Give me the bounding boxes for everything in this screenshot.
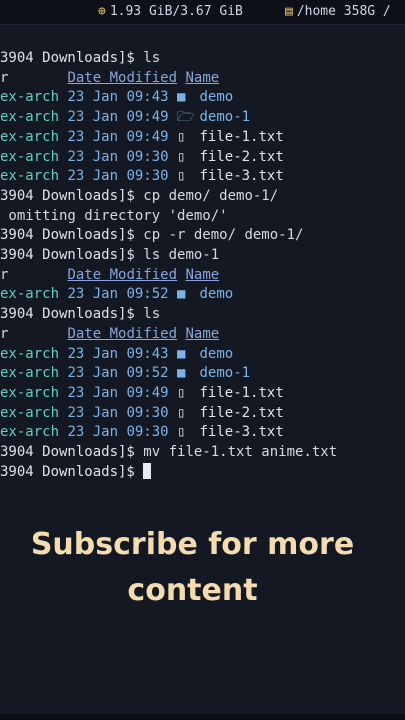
name-cell: file-2.txt [199,149,284,165]
date-cell: 23 Jan 09:43 [67,89,169,105]
name-cell: demo [199,346,234,362]
file-icon: ▯ [177,424,186,440]
listing-header: r Date Modified Name [0,265,405,285]
command-text: ls [143,306,161,322]
listing-row: ex-arch 23 Jan 09:49 🗁 demo-1 [0,107,405,127]
date-cell: 23 Jan 09:30 [67,168,169,184]
date-cell: 23 Jan 09:49 [67,385,169,401]
name-cell: file-3.txt [199,424,284,440]
file-icon: ▯ [177,129,186,145]
prompt: 3904 Downloads]$ [0,464,144,480]
prompt-line: 3904 Downloads]$ ls [0,48,405,68]
file-icon: ▯ [177,149,186,165]
name-cell: file-2.txt [199,405,284,421]
owner-column-fragment: r [0,70,9,86]
listing-row: ex-arch 23 Jan 09:30 ▯ file-2.txt [0,147,405,167]
disk-usage: ▤/home 358G / [285,4,391,19]
name-cell: file-3.txt [199,168,284,184]
file-icon: ▯ [177,168,186,184]
folder-icon: ■ [177,89,186,105]
file-icon: ▯ [177,405,186,421]
folder-icon: ■ [177,346,186,362]
listing-row: ex-arch 23 Jan 09:52 ■ demo-1 [0,363,405,383]
database-icon: ▤ [285,4,293,19]
listing-row: ex-arch 23 Jan 09:30 ▯ file-3.txt [0,166,405,186]
owner-cell: ex-arch [0,385,60,401]
prompt-line: 3904 Downloads]$ cp demo/ demo-1/ [0,186,405,206]
prompt-line: 3904 Downloads]$ ls demo-1 [0,245,405,265]
owner-cell: ex-arch [0,149,60,165]
listing-row: ex-arch 23 Jan 09:49 ▯ file-1.txt [0,127,405,147]
command-text: mv file-1.txt anime.txt [143,444,338,460]
date-cell: 23 Jan 09:30 [67,149,169,165]
name-header: Name [185,326,220,342]
date-cell: 23 Jan 09:49 [67,109,169,125]
command-text: ls demo-1 [143,247,220,263]
disk-usage-text: /home 358G / [296,4,391,19]
folder-icon: ■ [177,365,186,381]
listing-header: r Date Modified Name [0,324,405,344]
prompt: 3904 Downloads]$ [0,444,144,460]
prompt-line: 3904 Downloads]$ mv file-1.txt anime.txt [0,442,405,462]
prompt-line: 3904 Downloads]$ cp -r demo/ demo-1/ [0,225,405,245]
listing-row: ex-arch 23 Jan 09:30 ▯ file-2.txt [0,403,405,423]
owner-cell: ex-arch [0,286,60,302]
date-cell: 23 Jan 09:43 [67,346,169,362]
listing-row: ex-arch 23 Jan 09:52 ■ demo [0,284,405,304]
date-cell: 23 Jan 09:52 [67,365,169,381]
command-text: ls [143,50,161,66]
name-cell: file-1.txt [199,385,284,401]
command-text: cp -r demo/ demo-1/ [143,227,304,243]
date-cell: 23 Jan 09:49 [67,129,169,145]
owner-column-fragment: r [0,326,9,342]
name-cell: demo [199,89,234,105]
error-line: omitting directory 'demo/' [0,206,405,226]
name-header: Name [185,267,220,283]
owner-cell: ex-arch [0,424,60,440]
bottom-strip [0,714,405,720]
owner-cell: ex-arch [0,109,60,125]
name-cell: demo-1 [199,109,251,125]
terminal-cursor[interactable] [143,463,152,479]
listing-row: ex-arch 23 Jan 09:49 ▯ file-1.txt [0,383,405,403]
owner-cell: ex-arch [0,129,60,145]
status-bar: ⊕ 1.93 GiB/3.67 GiB ▤/home 358G / [0,0,405,25]
prompt: 3904 Downloads]$ [0,188,144,204]
folder-icon: ■ [177,286,186,302]
prompt: 3904 Downloads]$ [0,227,144,243]
date-modified-header: Date Modified [67,267,178,283]
owner-column-fragment: r [0,267,9,283]
date-cell: 23 Jan 09:30 [67,424,169,440]
memory-usage-text: 1.93 GiB/3.67 GiB [109,4,243,19]
folder-open-icon: 🗁 [177,109,195,125]
prompt-line: 3904 Downloads]$ ls [0,304,405,324]
name-cell: demo-1 [199,365,251,381]
owner-cell: ex-arch [0,346,60,362]
date-modified-header: Date Modified [67,326,178,342]
chip-icon: ⊕ [98,4,106,19]
file-icon: ▯ [177,385,186,401]
error-message: omitting directory 'demo/' [0,208,228,224]
date-modified-header: Date Modified [67,70,178,86]
name-header: Name [185,70,220,86]
subscribe-caption: Subscribe for more content [30,527,355,608]
listing-row: ex-arch 23 Jan 09:43 ■ demo [0,87,405,107]
date-cell: 23 Jan 09:52 [67,286,169,302]
name-cell: demo [199,286,234,302]
owner-cell: ex-arch [0,365,60,381]
date-cell: 23 Jan 09:30 [67,405,169,421]
listing-row: ex-arch 23 Jan 09:43 ■ demo [0,344,405,364]
listing-row: ex-arch 23 Jan 09:30 ▯ file-3.txt [0,422,405,442]
memory-usage: ⊕ 1.93 GiB/3.67 GiB [98,4,243,19]
listing-header: r Date Modified Name [0,68,405,88]
owner-cell: ex-arch [0,168,60,184]
owner-cell: ex-arch [0,405,60,421]
name-cell: file-1.txt [199,129,284,145]
prompt: 3904 Downloads]$ [0,247,144,263]
prompt: 3904 Downloads]$ [0,306,144,322]
command-text: cp demo/ demo-1/ [143,188,279,204]
owner-cell: ex-arch [0,89,60,105]
prompt: 3904 Downloads]$ [0,50,144,66]
prompt-line: 3904 Downloads]$ [0,462,405,482]
